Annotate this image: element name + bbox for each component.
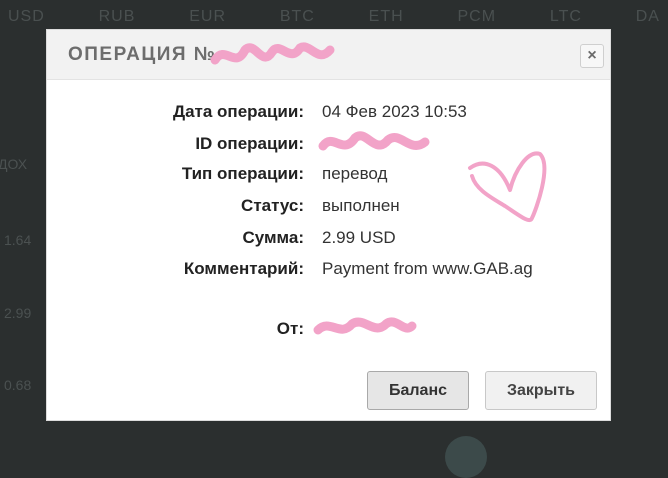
side-value: 2.99 (4, 305, 32, 321)
field-label: Статус: (241, 196, 304, 215)
dialog-title: ОПЕРАЦИЯ № (68, 44, 217, 65)
balance-button[interactable]: Баланс (367, 371, 469, 410)
close-button[interactable]: Закрыть (485, 371, 597, 410)
field-comment: Комментарий: Payment from www.GAB.ag (47, 259, 610, 285)
field-value: Payment from www.GAB.ag (322, 259, 533, 278)
field-id: ID операции: (47, 134, 610, 160)
tab-ltc[interactable]: LTC (550, 8, 582, 26)
tab-usd[interactable]: USD (8, 8, 45, 26)
field-label: Дата операции: (172, 102, 304, 121)
tab-btc[interactable]: BTC (280, 8, 315, 26)
field-label: Тип операции: (181, 164, 304, 183)
close-icon[interactable]: × (580, 44, 604, 68)
field-value: 2.99 USD (322, 228, 396, 247)
tab-pcm[interactable]: PCM (457, 8, 496, 26)
field-value: перевод (322, 164, 388, 183)
tab-eur[interactable]: EUR (189, 8, 226, 26)
side-label: ДОХ (0, 156, 28, 172)
field-amount: Сумма: 2.99 USD (47, 228, 610, 254)
field-label: От: (276, 319, 304, 338)
field-value: выполнен (322, 196, 400, 215)
side-value: 1.64 (4, 232, 32, 248)
field-date: Дата операции: 04 Фев 2023 10:53 (47, 102, 610, 128)
field-from: От: (47, 319, 610, 345)
field-label: Сумма: (242, 228, 304, 247)
field-label: Комментарий: (183, 259, 304, 278)
field-type: Тип операции: перевод (47, 164, 610, 190)
tab-da[interactable]: DA (636, 8, 660, 26)
field-status: Статус: выполнен (47, 196, 610, 222)
field-label: ID операции: (195, 134, 304, 153)
field-value: 04 Фев 2023 10:53 (322, 102, 467, 121)
side-value: 0.68 (4, 377, 32, 393)
background-avatar (445, 436, 487, 478)
tab-rub[interactable]: RUB (99, 8, 136, 26)
operation-dialog: ОПЕРАЦИЯ № × Дата операции: 04 Фев 2023 … (46, 29, 611, 421)
dialog-header: ОПЕРАЦИЯ № × (47, 30, 610, 80)
tab-eth[interactable]: ETH (369, 8, 404, 26)
